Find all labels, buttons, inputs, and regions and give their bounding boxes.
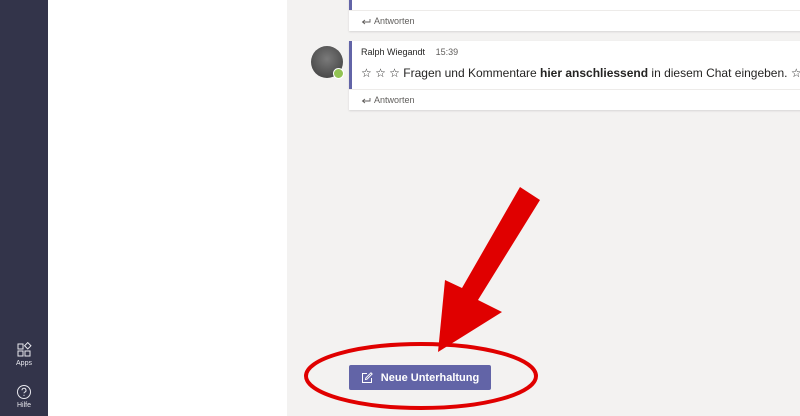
conversation-pane: Antworten Ralph Wiegandt 15:39 ☆ ☆ ☆ Fra… (287, 0, 800, 416)
rail-item-label: Hilfe (16, 402, 31, 409)
message-time: 15:39 (435, 47, 459, 57)
apps-icon (17, 342, 32, 357)
message-card: Antworten (349, 0, 800, 31)
message-accent-bar (349, 41, 352, 89)
app-rail: Apps Hilfe (0, 0, 48, 416)
help-icon (17, 385, 31, 399)
reply-link[interactable]: Antworten (349, 89, 800, 110)
reply-label: Antworten (374, 16, 415, 26)
reply-icon (361, 97, 371, 103)
compose-icon (361, 371, 373, 383)
message-text-part: ☆ ☆ ☆ Fragen und Kommentare (361, 66, 541, 80)
rail-item-apps[interactable]: Apps (0, 342, 48, 367)
rail-item-help[interactable]: Hilfe (0, 384, 48, 409)
rail-item-label: Apps (16, 360, 32, 367)
message-text: ☆ ☆ ☆ Fragen und Kommentare hier anschli… (361, 66, 800, 80)
reply-label: Antworten (374, 95, 415, 105)
avatar[interactable] (311, 46, 344, 79)
message-author: Ralph Wiegandt (361, 47, 426, 57)
message-text-bold: hier anschliessend (540, 66, 649, 80)
message-header: Ralph Wiegandt 15:39 (361, 47, 799, 57)
message-text-part: in diesem Chat eingeben. ☆ ☆ ☆ (651, 66, 800, 80)
new-conversation-button[interactable]: Neue Unterhaltung (349, 365, 491, 390)
reply-icon (361, 18, 371, 24)
message-card: Ralph Wiegandt 15:39 ☆ ☆ ☆ Fragen und Ko… (349, 41, 800, 110)
message-body: Ralph Wiegandt 15:39 ☆ ☆ ☆ Fragen und Ko… (349, 41, 800, 89)
message-accent-bar (349, 0, 352, 10)
reply-link[interactable]: Antworten (349, 10, 800, 31)
new-conversation-label: Neue Unterhaltung (380, 371, 480, 384)
presence-available-icon (333, 68, 344, 79)
channel-list-pane (48, 0, 287, 416)
